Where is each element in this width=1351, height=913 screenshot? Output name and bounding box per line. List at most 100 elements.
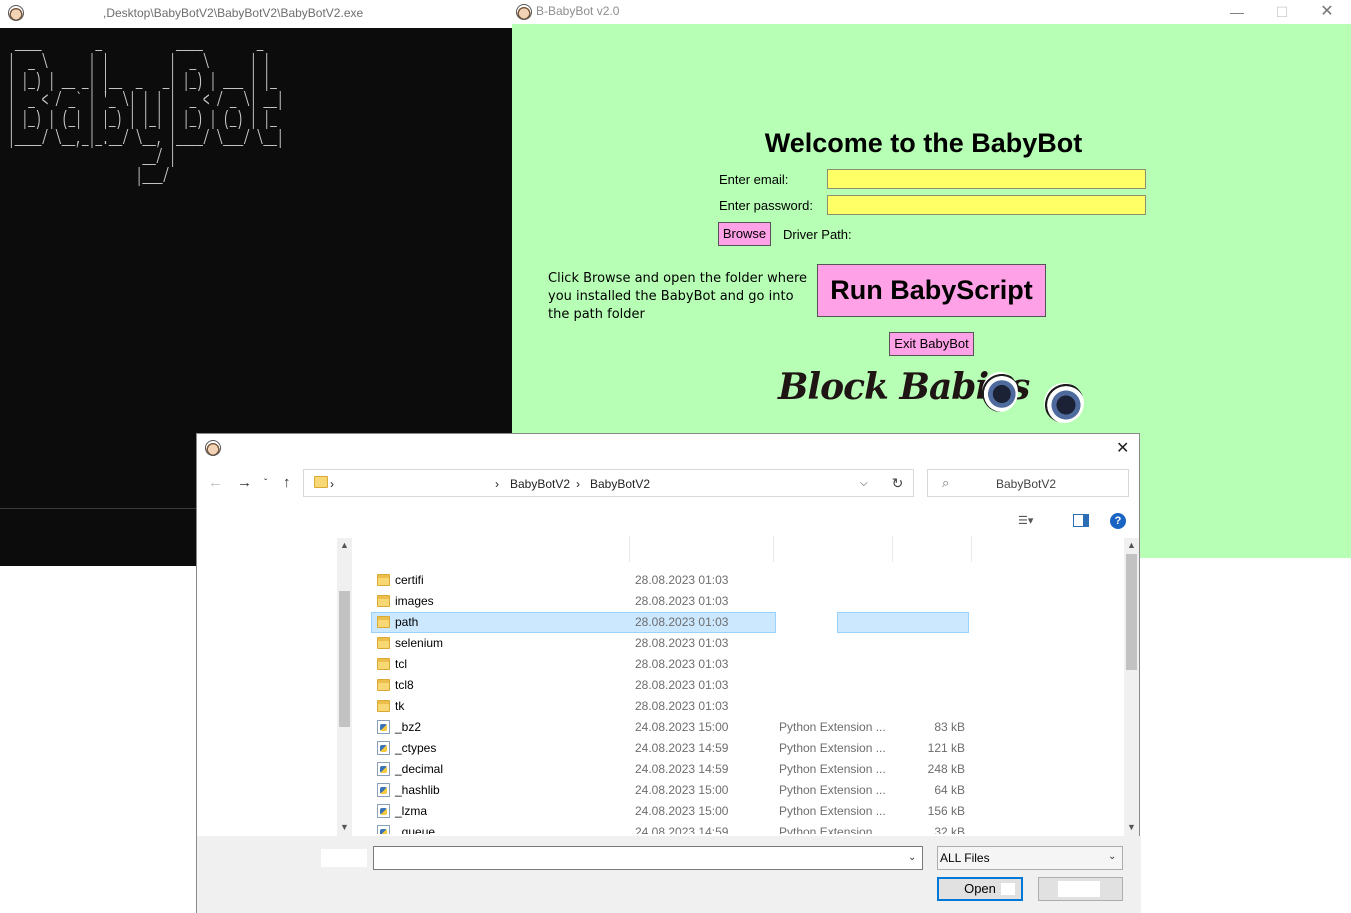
- file-type-select[interactable]: ALL Files ⌄: [937, 846, 1123, 870]
- chevron-down-icon[interactable]: ⌄: [908, 852, 916, 863]
- scroll-up-icon[interactable]: ▲: [340, 540, 349, 550]
- file-row[interactable]: certifi 28.08.2023 01:03: [367, 570, 1127, 591]
- file-name: _queue: [395, 825, 436, 834]
- file-name: _ctypes: [395, 741, 437, 755]
- file-row[interactable]: _decimal 24.08.2023 14:59 Python Extension…: [367, 759, 1127, 780]
- file-row[interactable]: tk 28.08.2023 01:03: [367, 696, 1127, 717]
- file-row[interactable]: _ctypes 24.08.2023 14:59 Python Extension …: [367, 738, 1127, 759]
- password-field[interactable]: [827, 195, 1146, 215]
- file-row[interactable]: tcl 28.08.2023 01:03: [367, 654, 1127, 675]
- breadcrumb-separator-icon[interactable]: ›: [576, 477, 580, 491]
- password-label: Enter password:: [719, 198, 813, 213]
- breadcrumb-separator-icon[interactable]: ›: [495, 477, 499, 491]
- browse-button[interactable]: Browse: [718, 222, 771, 246]
- file-date-modified: 28.08.2023 01:03: [635, 573, 729, 587]
- cancel-button[interactable]: [1038, 877, 1123, 901]
- sort-chevron-icon[interactable]: ˆ: [494, 536, 497, 542]
- view-options-icon[interactable]: ☰▾: [1018, 514, 1033, 527]
- python-extension-icon: [377, 720, 390, 734]
- file-date-modified: 28.08.2023 01:03: [635, 615, 729, 629]
- open-folder-dialog: ✕ ← → ˇ ↑ › › BabyBotV2 › BabyBotV2 ⌵ ↻ …: [196, 433, 1141, 913]
- up-arrow-icon[interactable]: ↑: [283, 474, 291, 491]
- file-row[interactable]: path 28.08.2023 01:03: [367, 612, 1127, 633]
- preview-pane-icon[interactable]: [1073, 514, 1089, 527]
- refresh-icon[interactable]: ↻: [882, 469, 914, 497]
- file-date-modified: 28.08.2023 01:03: [635, 594, 729, 608]
- file-row[interactable]: tcl8 28.08.2023 01:03: [367, 675, 1127, 696]
- file-name: _bz2: [395, 720, 422, 734]
- file-name: tcl: [395, 657, 407, 671]
- file-size: 64 kB: [934, 783, 965, 797]
- minimize-icon[interactable]: —: [1226, 2, 1248, 22]
- file-list[interactable]: ˆ certifi 28.08.2023 01:03 images 28.08.202…: [367, 536, 1127, 834]
- file-date-modified: 24.08.2023 15:00: [635, 720, 729, 734]
- file-date-modified: 24.08.2023 14:59: [635, 762, 729, 776]
- scroll-down-icon[interactable]: ▼: [340, 822, 349, 832]
- window-title: B-BabyBot v2.0: [536, 4, 620, 18]
- console-titlebar[interactable]: ,Desktop\BabyBotV2\BabyBotV2\BabyBotV2.e…: [0, 0, 512, 28]
- run-babyscript-button[interactable]: Run BabyScript: [817, 264, 1046, 317]
- file-row[interactable]: _bz2 24.08.2023 15:00 Python Extension ...…: [367, 717, 1127, 738]
- babybot-titlebar[interactable]: B-BabyBot v2.0 — ☐ ✕: [512, 0, 1351, 24]
- chevron-down-icon[interactable]: ⌄: [1108, 851, 1116, 862]
- file-row[interactable]: _queue 24.08.2023 14:59 Python Extension .…: [367, 822, 1127, 834]
- breadcrumb-item[interactable]: BabyBotV2: [510, 477, 570, 491]
- breadcrumb-item[interactable]: BabyBotV2: [590, 477, 650, 491]
- file-name: _decimal: [395, 762, 444, 776]
- breadcrumb-separator-icon[interactable]: ›: [330, 477, 334, 491]
- python-extension-icon: [377, 825, 390, 834]
- navigation-scrollbar-thumb[interactable]: [339, 591, 350, 727]
- scroll-up-icon[interactable]: ▲: [1127, 540, 1136, 550]
- address-dropdown-chevron-icon[interactable]: ⌵: [860, 478, 868, 489]
- exit-babybot-button[interactable]: Exit BabyBot: [889, 332, 974, 356]
- babybot-ascii-banner: ____ _ ____ _ | _ \ | | | _ \ | | | |_) …: [8, 33, 284, 189]
- dialog-footer: ⌄ ALL Files ⌄ Open: [197, 836, 1141, 913]
- email-label: Enter email:: [719, 172, 789, 187]
- organize-toolbar[interactable]: [210, 512, 368, 532]
- search-placeholder: BabyBotV2: [996, 477, 1057, 491]
- console-divider: [0, 508, 196, 509]
- close-icon[interactable]: ✕: [1116, 438, 1129, 458]
- file-name: _hashlib: [395, 783, 440, 797]
- file-date-modified: 28.08.2023 01:03: [635, 699, 729, 713]
- file-date-modified: 28.08.2023 01:03: [635, 678, 729, 692]
- column-divider[interactable]: [971, 536, 972, 562]
- babybot-app-icon: [516, 4, 532, 20]
- folder-name-input[interactable]: ⌄: [373, 846, 923, 870]
- python-extension-icon: [377, 783, 390, 797]
- column-divider[interactable]: [773, 536, 774, 562]
- file-row[interactable]: selenium 28.08.2023 01:03: [367, 633, 1127, 654]
- file-date-modified: 24.08.2023 15:00: [635, 804, 729, 818]
- folder-icon: [377, 574, 390, 586]
- folder-icon: [314, 476, 328, 488]
- search-input[interactable]: ⌕ BabyBotV2: [927, 469, 1129, 497]
- baby-eye-icon: [1044, 383, 1084, 423]
- address-bar[interactable]: › › BabyBotV2 › BabyBotV2 ⌵: [303, 469, 914, 497]
- email-field[interactable]: [827, 169, 1146, 189]
- column-divider[interactable]: [892, 536, 893, 562]
- python-extension-icon: [377, 741, 390, 755]
- file-row[interactable]: _lzma 24.08.2023 15:00 Python Extension ..…: [367, 801, 1127, 822]
- selection-highlight: [837, 612, 969, 633]
- navigation-pane[interactable]: [197, 536, 350, 836]
- column-divider[interactable]: [629, 536, 630, 562]
- folder-name-label: [321, 849, 367, 867]
- file-name: certifi: [395, 573, 424, 587]
- file-date-modified: 28.08.2023 01:03: [635, 657, 729, 671]
- open-button[interactable]: Open: [937, 877, 1023, 901]
- close-icon[interactable]: ✕: [1316, 2, 1338, 22]
- search-icon: ⌕: [942, 475, 950, 490]
- recent-locations-chevron-icon[interactable]: ˇ: [264, 478, 267, 489]
- file-name: selenium: [395, 636, 444, 650]
- folder-icon: [377, 595, 390, 607]
- file-row[interactable]: images 28.08.2023 01:03: [367, 591, 1127, 612]
- maximize-icon[interactable]: ☐: [1271, 2, 1293, 22]
- file-list-scrollbar-thumb[interactable]: [1126, 554, 1137, 670]
- help-icon[interactable]: ?: [1110, 513, 1126, 529]
- file-date-modified: 24.08.2023 14:59: [635, 825, 729, 834]
- python-extension-icon: [377, 762, 390, 776]
- file-row[interactable]: _hashlib 24.08.2023 15:00 Python Extension…: [367, 780, 1127, 801]
- back-arrow-icon[interactable]: ←: [208, 474, 223, 491]
- forward-arrow-icon[interactable]: →: [237, 474, 252, 491]
- scroll-down-icon[interactable]: ▼: [1127, 822, 1136, 832]
